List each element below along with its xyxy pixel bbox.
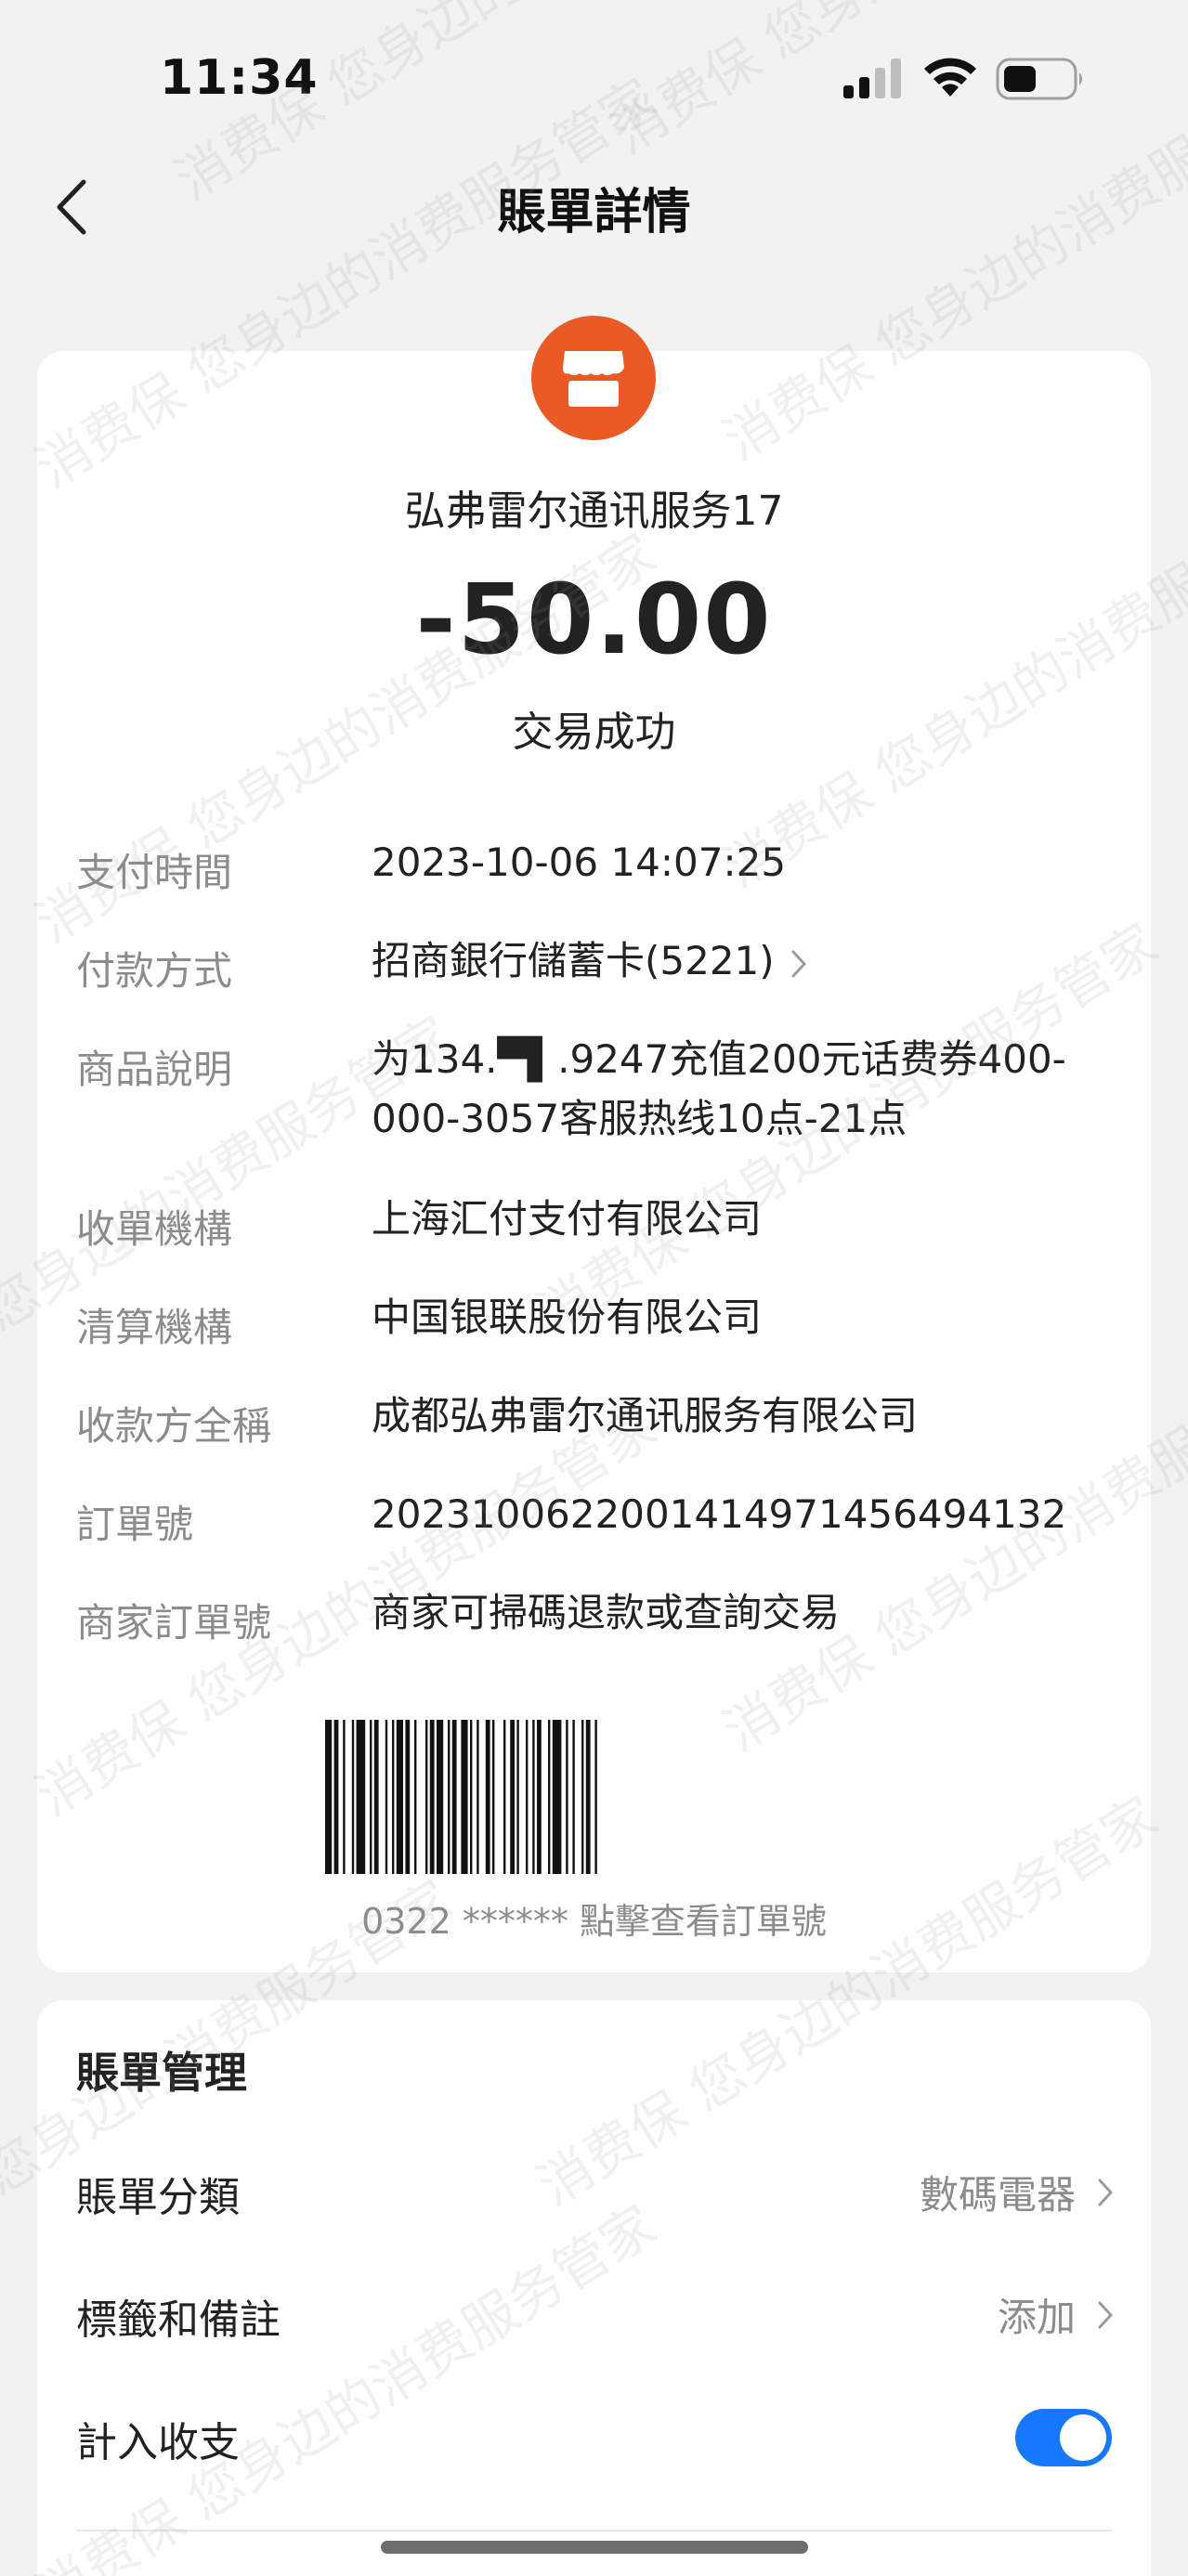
status-time: 11:34 <box>160 50 319 106</box>
merchant-order-number-label: 商家訂單號 <box>76 1600 272 1646</box>
tags-notes-value[interactable]: 添加 <box>998 2286 1115 2343</box>
payee-full-name-value: 成都弘弗雷尔通讯服务有限公司 <box>372 1393 919 1438</box>
acquirer-label: 收單機構 <box>76 1206 233 1252</box>
tags-notes-add-text: 添加 <box>997 2295 1076 2340</box>
product-description-value: 为134.▀▌.9247充值200元话费券400- 000-3057客服热线10… <box>372 1030 1115 1149</box>
bill-category-label[interactable]: 賬單分類 <box>76 2164 240 2223</box>
product-description-label: 商品說明 <box>76 1047 233 1092</box>
bill-category-text: 數碼電器 <box>919 2172 1076 2218</box>
order-barcode[interactable] <box>323 1720 864 1874</box>
transaction-amount: -50.00 <box>415 563 773 676</box>
page-title: 賬單詳情 <box>497 185 691 241</box>
payment-method-value[interactable]: 招商銀行儲蓄卡(5221) <box>372 931 1115 991</box>
payment-method-label: 付款方式 <box>76 948 233 994</box>
wifi-icon <box>924 58 976 97</box>
battery-icon <box>996 58 1082 100</box>
payment-time-label: 支付時間 <box>76 850 233 895</box>
clearing-institution-label: 清算機構 <box>76 1305 233 1350</box>
chevron-right-icon <box>1098 2179 1113 2205</box>
home-indicator <box>381 2541 808 2554</box>
page: 11:34 賬單詳情 弘弗雷尔通讯服务17 -50.00 交易成功 支付時間 2… <box>0 0 1188 2576</box>
clearing-institution-value: 中国银联股份有限公司 <box>372 1295 763 1340</box>
product-description-line2: 000-3057客服热线10点-21点 <box>372 1096 907 1141</box>
acquirer-value: 上海汇付支付有限公司 <box>372 1196 763 1242</box>
product-description-line1: 为134.▀▌.9247充值200元话费券400- <box>372 1036 1066 1082</box>
order-number-label: 訂單號 <box>76 1502 194 1547</box>
bill-category-value[interactable]: 數碼電器 <box>920 2164 1115 2220</box>
status-bar: 11:34 <box>0 0 1188 139</box>
merchant-order-number-value: 商家可掃碼退款或查詢交易 <box>372 1590 841 1635</box>
store-icon <box>563 351 624 407</box>
tags-notes-label[interactable]: 標籤和備註 <box>76 2286 281 2346</box>
barcode-caption[interactable]: 0322 ****** 點擊查看訂單號 <box>0 1893 1188 1944</box>
include-in-stats-toggle[interactable] <box>1015 2409 1112 2466</box>
payment-time-value: 2023-10-06 14:07:25 <box>372 839 787 885</box>
payee-full-name-label: 收款方全稱 <box>76 1403 272 1449</box>
chevron-right-icon <box>1098 2301 1113 2328</box>
divider <box>76 2530 1112 2531</box>
include-in-stats-label: 計入收支 <box>76 2419 240 2466</box>
order-number-value: 2023100622001414971456494132 <box>372 1491 1067 1537</box>
payment-method-text: 招商銀行儲蓄卡(5221) <box>372 938 775 983</box>
cellular-signal-icon <box>843 59 901 98</box>
chevron-right-icon <box>791 950 806 977</box>
transaction-status: 交易成功 <box>512 709 676 756</box>
bill-manage-title: 賬單管理 <box>76 2048 247 2098</box>
merchant-logo <box>531 316 656 440</box>
merchant-name: 弘弗雷尔通讯服务17 <box>404 488 784 535</box>
toggle-knob <box>1060 2414 1106 2461</box>
